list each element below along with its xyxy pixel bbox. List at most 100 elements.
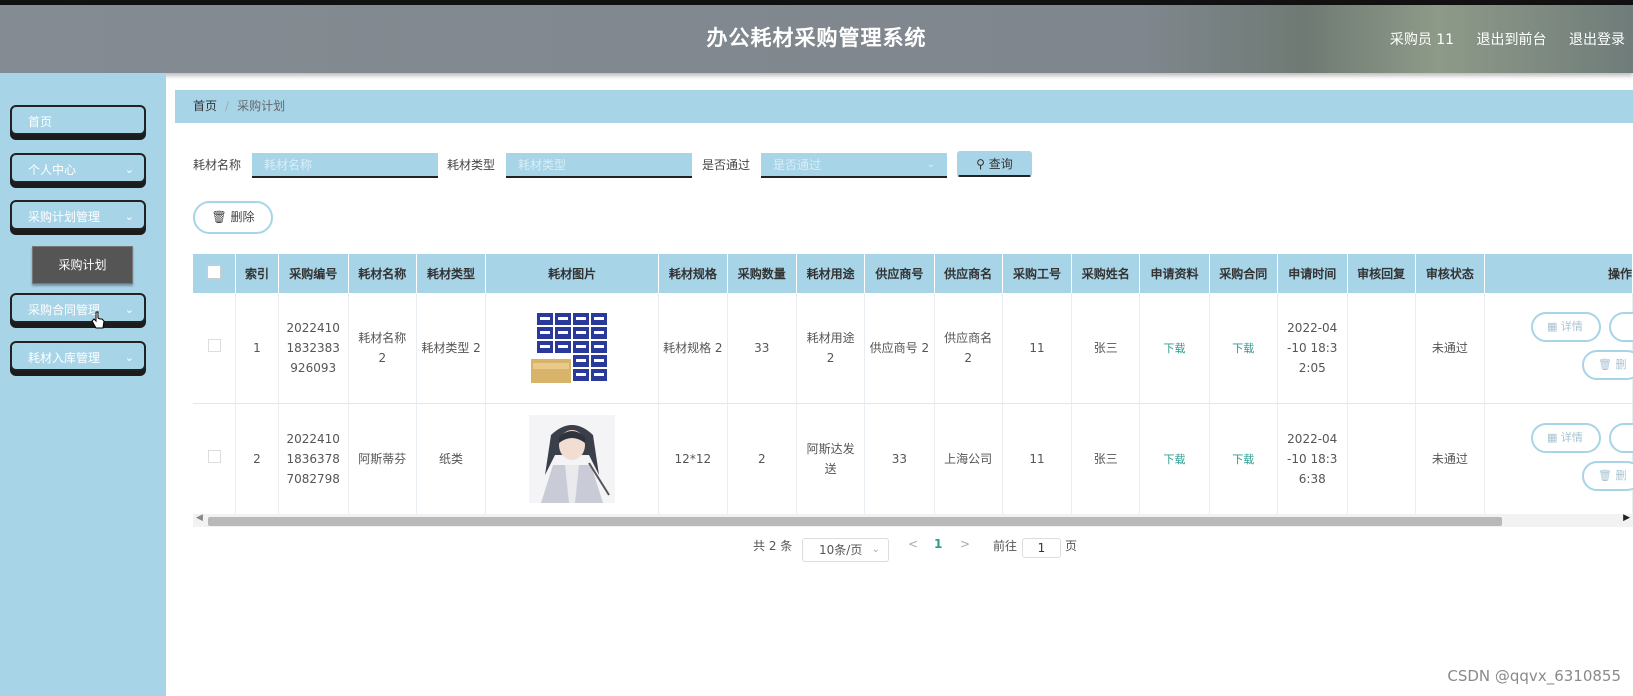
col-header-operations: 操作 [1484, 254, 1633, 293]
download-link[interactable]: 下载 [1232, 342, 1254, 355]
select-all-checkbox[interactable] [193, 254, 237, 293]
cell-staff-name: 张三 [1071, 403, 1141, 514]
cell-apply-doc: 下载 [1139, 293, 1210, 404]
breadcrumb-current: 采购计划 [237, 99, 286, 113]
sidebar-item-purchase-plan[interactable]: 采购计划管理 ⌄ [10, 200, 146, 230]
submenu-item-purchase-plan[interactable]: 采购计划 [32, 246, 133, 284]
cell-code: 2022410 1836378 7082798 [278, 403, 349, 514]
chevron-down-icon: ⌄ [124, 303, 134, 316]
cell-apply-time: 2022-04 -10 18:3 2:05 [1277, 293, 1348, 404]
detail-button[interactable]: ▦ 详情 [1530, 312, 1601, 342]
query-button[interactable]: ⚲ 查询 [957, 151, 1032, 177]
app-header: 办公耗材采购管理系统 采购员 11 退出到前台 退出登录 [0, 5, 1633, 73]
cell-spec: 耗材规格 2 [658, 293, 728, 404]
download-link[interactable]: 下载 [1232, 453, 1254, 466]
detail-button-label: 详情 [1560, 431, 1583, 444]
trash-icon: 🗑 [211, 210, 227, 224]
user-links: 采购员 11 退出到前台 退出登录 [1372, 29, 1625, 49]
sidebar-item-purchase-contract[interactable]: 采购合同管理 ⌄ [10, 293, 146, 323]
cell-apply-doc: 下载 [1139, 403, 1210, 514]
trash-icon: 🗑 [1597, 358, 1612, 371]
cell-usage: 阿斯达发 送 [796, 403, 866, 514]
breadcrumb: 首页 / 采购计划 [175, 90, 1633, 123]
character-illustration-image[interactable] [529, 415, 616, 503]
cell-status: 未通过 [1415, 403, 1485, 514]
sidebar-item-stock-in[interactable]: 耗材入库管理 ⌄ [10, 341, 146, 371]
chevron-down-icon: ⌄ [124, 163, 134, 176]
download-link[interactable]: 下载 [1164, 453, 1186, 466]
scroll-right-icon[interactable]: ▶ [1623, 513, 1630, 523]
batch-delete-button[interactable]: 🗑 删除 [193, 201, 273, 234]
detail-button[interactable]: ▦ 详情 [1530, 423, 1601, 453]
cell-type: 耗材类型 2 [416, 293, 487, 404]
col-header: 耗材类型 [416, 254, 487, 293]
prev-page-icon[interactable]: < [908, 537, 918, 551]
pass-select-placeholder: 是否通过 [773, 158, 822, 172]
sidebar-item-home[interactable]: 首页 [10, 105, 146, 135]
cell-type: 纸类 [416, 403, 487, 514]
download-link[interactable]: 下载 [1164, 342, 1186, 355]
name-search-input[interactable]: 耗材名称 [252, 153, 438, 178]
cell-name: 阿斯蒂芬 [348, 403, 417, 514]
col-header: 耗材名称 [348, 254, 417, 293]
sidebar-item-label: 采购计划管理 [28, 210, 101, 224]
col-header: 耗材用途 [796, 254, 866, 293]
delete-row-button[interactable]: 🗑 删 [1581, 461, 1633, 491]
col-header: 审核状态 [1415, 254, 1485, 293]
cell-reply [1347, 403, 1416, 514]
scroll-left-icon[interactable]: ◀ [196, 513, 203, 523]
type-search-input[interactable]: 耗材类型 [506, 153, 692, 178]
edit-button[interactable] [1608, 312, 1633, 342]
sidebar-item-personal-center[interactable]: 个人中心 ⌄ [10, 153, 146, 183]
col-header: 采购合同 [1209, 254, 1278, 293]
cell-qty: 2 [727, 403, 797, 514]
cell-supplier-no: 供应商号 2 [864, 293, 935, 404]
detail-button-label: 详情 [1560, 320, 1583, 333]
cell-reply [1347, 293, 1416, 404]
row-checkbox[interactable] [193, 293, 237, 404]
breadcrumb-home[interactable]: 首页 [193, 99, 217, 113]
horizontal-scrollbar[interactable]: ◀ ▶ [193, 513, 1633, 527]
hand-cursor-icon [91, 311, 105, 329]
breadcrumb-separator: / [225, 99, 230, 113]
tissue-box-image[interactable] [531, 311, 613, 385]
delete-row-label: 删 [1615, 469, 1627, 482]
sidebar-item-label: 采购合同管理 [28, 303, 101, 317]
col-header: 耗材图片 [485, 254, 659, 293]
type-label: 耗材类型 [447, 158, 496, 172]
edit-button[interactable] [1608, 423, 1633, 453]
logout-link[interactable]: 退出登录 [1569, 32, 1625, 48]
goto-label: 前往 [993, 539, 1018, 553]
delete-row-label: 删 [1615, 358, 1627, 371]
next-page-icon[interactable]: > [960, 537, 970, 551]
col-header: 索引 [235, 254, 279, 293]
cell-operations: ▦ 详情 🗑 删 [1484, 403, 1633, 514]
data-table: 索引 采购编号 耗材名称 耗材类型 耗材图片 耗材规格 采购数量 耗材用途 供应… [193, 254, 1633, 514]
cell-supplier-name: 供应商名 2 [934, 293, 1003, 404]
chevron-down-icon: ⌄ [926, 159, 935, 170]
cell-status: 未通过 [1415, 293, 1485, 404]
sidebar: 首页 个人中心 ⌄ 采购计划管理 ⌄ 采购计划 采购合同管理 ⌄ 耗材入库管理 … [0, 73, 166, 696]
cell-contract: 下载 [1209, 293, 1278, 404]
sidebar-item-label: 首页 [28, 115, 53, 129]
col-header: 审核回复 [1347, 254, 1416, 293]
watermark: CSDN @qqvx_6310855 [1447, 667, 1621, 685]
row-checkbox[interactable] [193, 403, 237, 514]
name-search-placeholder: 耗材名称 [264, 158, 313, 172]
cell-name: 耗材名称 2 [348, 293, 417, 404]
col-header: 供应商名 [934, 254, 1003, 293]
type-search-placeholder: 耗材类型 [518, 158, 567, 172]
page-suffix: 页 [1065, 539, 1078, 553]
page-size-select[interactable]: 10条/页 ⌄ [802, 538, 889, 562]
delete-button-label: 删除 [230, 210, 255, 224]
delete-row-button[interactable]: 🗑 删 [1581, 350, 1633, 380]
col-header: 采购姓名 [1071, 254, 1141, 293]
cell-contract: 下载 [1209, 403, 1278, 514]
scrollbar-thumb[interactable] [208, 517, 1502, 526]
back-to-front-link[interactable]: 退出到前台 [1477, 32, 1547, 48]
table-row: 1 2022410 1832383 926093 耗材名称 2 耗材类型 2 耗… [193, 293, 1633, 404]
col-header: 供应商号 [864, 254, 935, 293]
goto-page-input[interactable]: 1 [1022, 538, 1061, 558]
pass-select[interactable]: 是否通过 ⌄ [761, 153, 947, 178]
current-page-number[interactable]: 1 [934, 537, 942, 551]
